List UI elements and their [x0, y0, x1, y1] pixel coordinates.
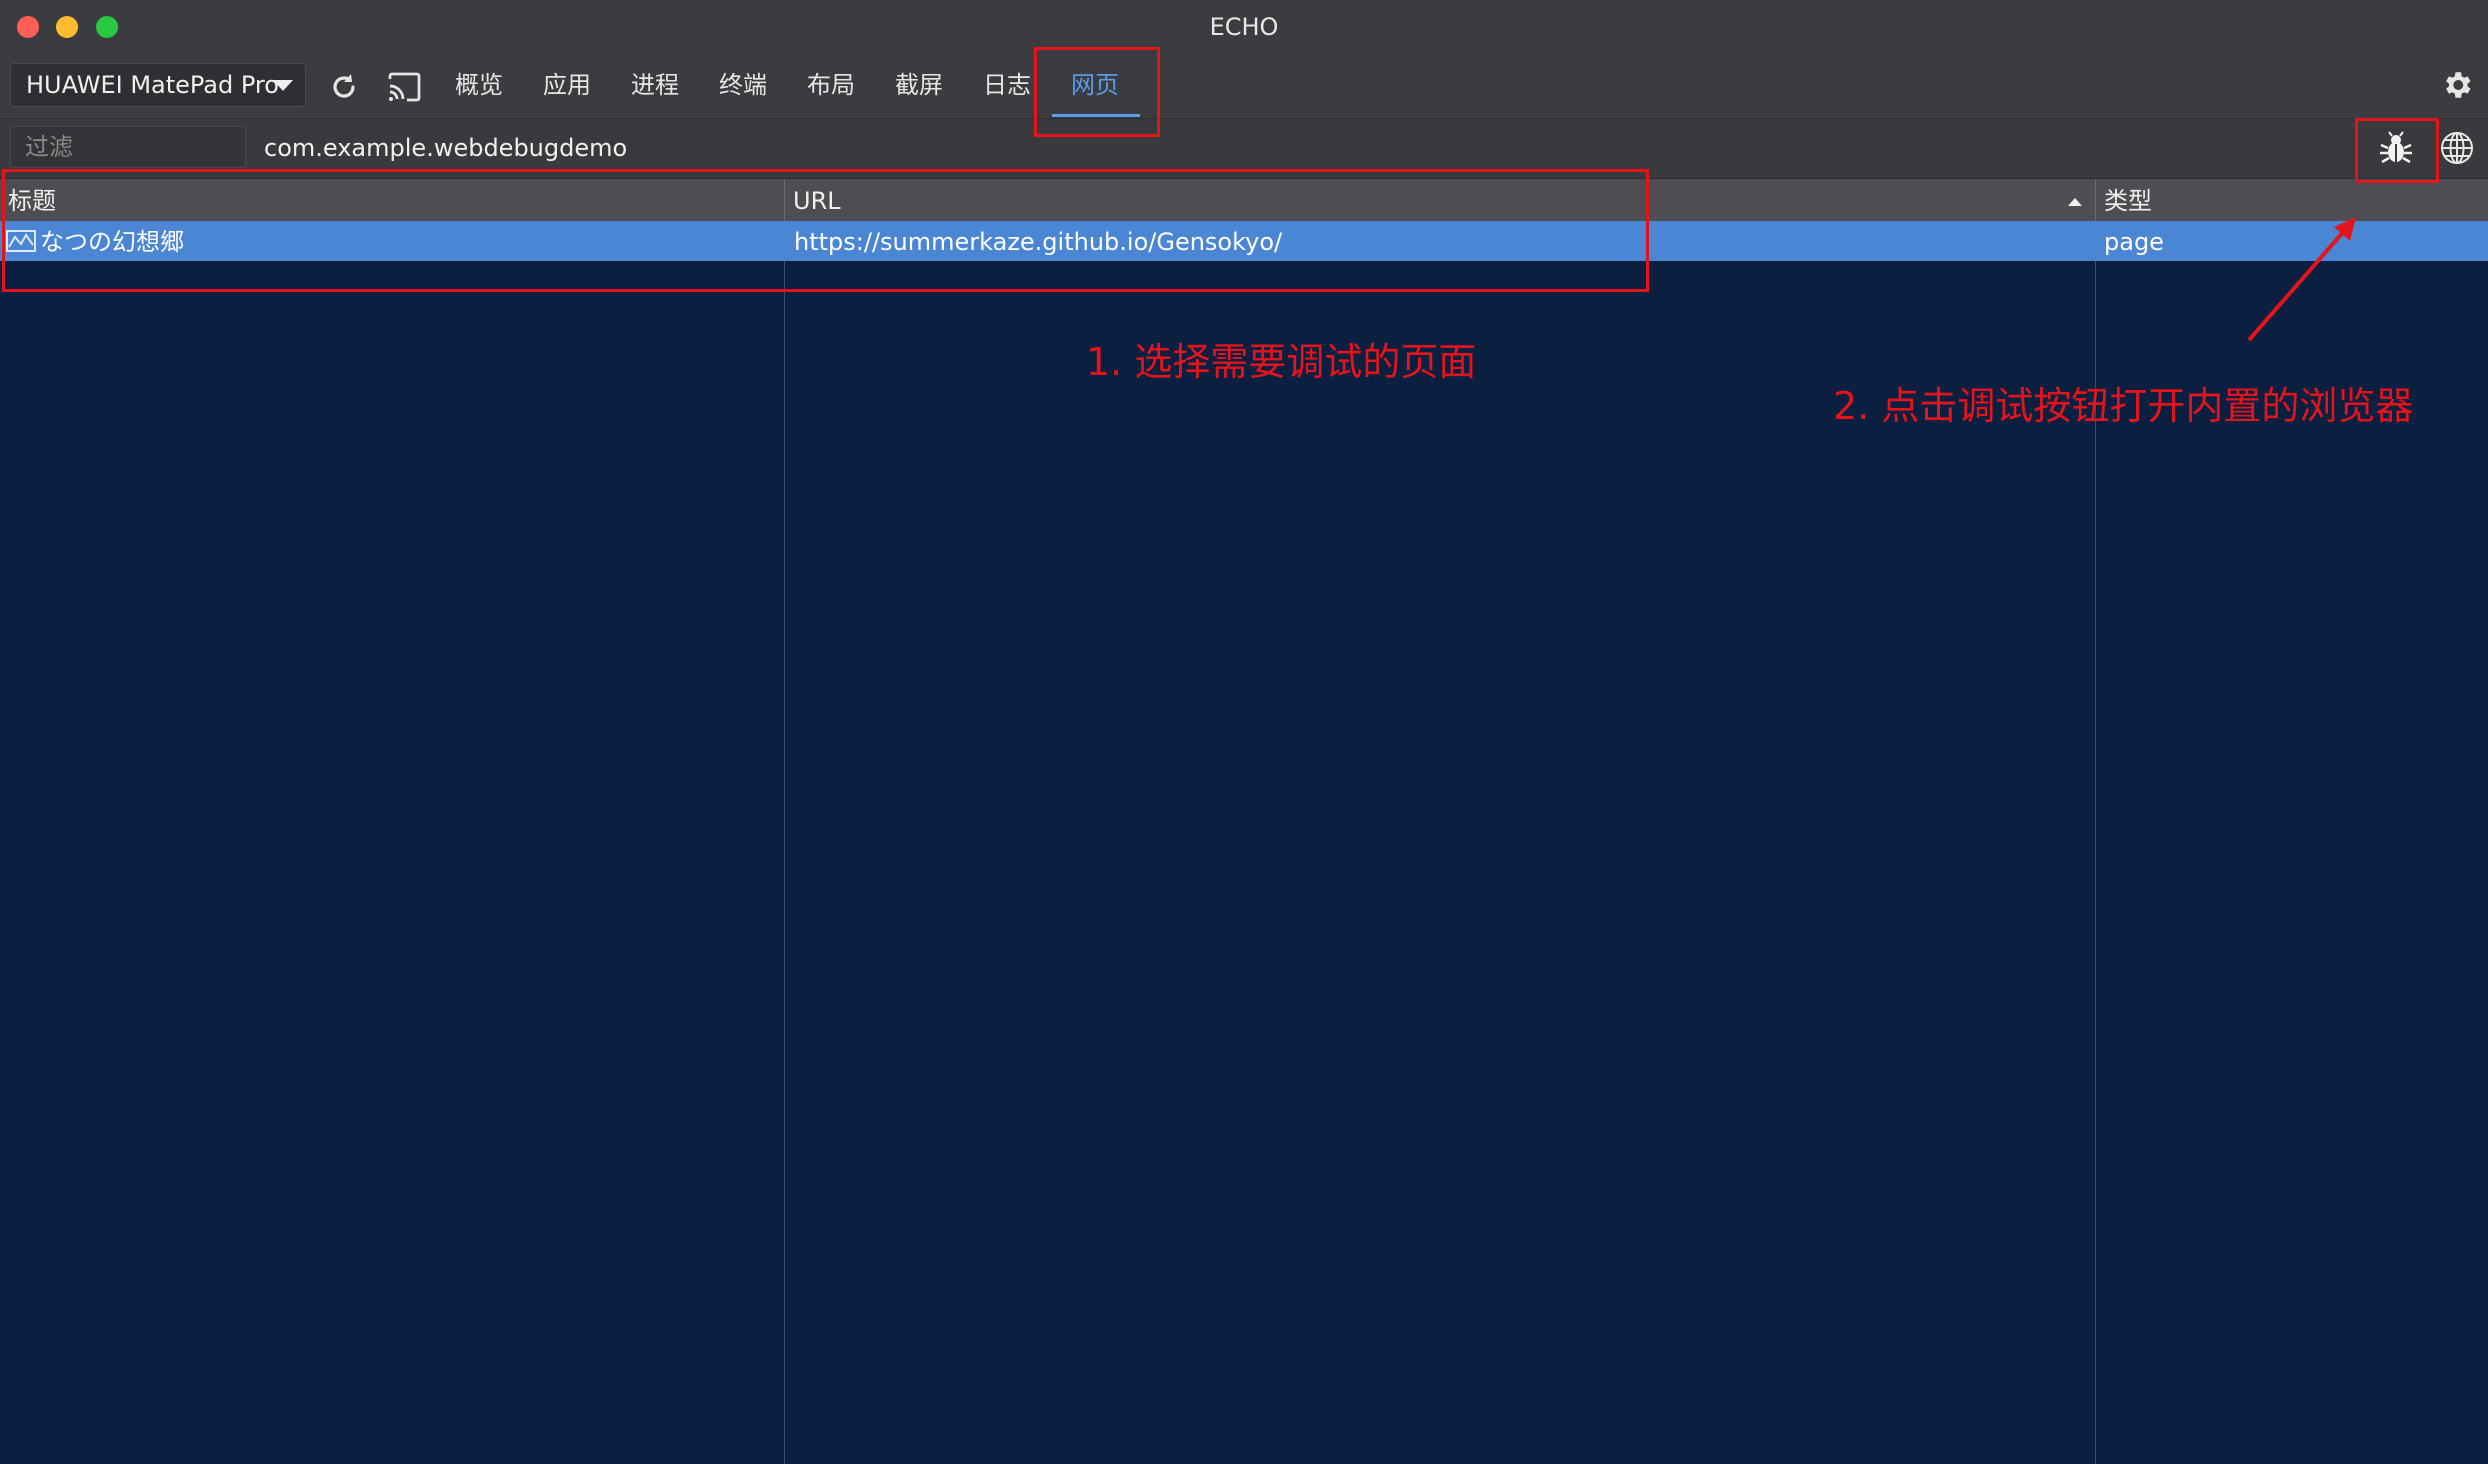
filter-input[interactable]: [10, 126, 246, 168]
annotation-step2: 2. 点击调试按钮打开内置的浏览器: [1833, 384, 2414, 428]
tab-apps[interactable]: 应用: [543, 52, 591, 118]
annotation-step1: 1. 选择需要调试的页面: [1086, 340, 1477, 384]
device-select-label: HUAWEI MatePad Pro: [26, 71, 279, 99]
cell-type: page: [2104, 228, 2164, 256]
cast-icon[interactable]: [386, 69, 422, 105]
device-select[interactable]: HUAWEI MatePad Pro: [10, 63, 306, 107]
chevron-down-icon: [273, 80, 293, 91]
app-window: ECHO HUAWEI MatePad Pro 概览 应用 进程 终端 布局 截…: [0, 0, 2488, 1464]
annotation-box-webpage-tab: [1034, 47, 1160, 137]
window-title: ECHO: [1209, 13, 1279, 41]
annotation-box-debug-button: [2355, 118, 2439, 183]
globe-icon[interactable]: [2438, 129, 2476, 167]
tab-layout[interactable]: 布局: [807, 52, 855, 118]
tab-logs[interactable]: 日志: [983, 52, 1031, 118]
tab-overview[interactable]: 概览: [455, 52, 503, 118]
gear-icon[interactable]: [2440, 68, 2474, 102]
title-bar: ECHO: [0, 0, 2488, 52]
column-header-type[interactable]: 类型: [2096, 179, 2488, 221]
sort-ascending-icon: [2068, 198, 2082, 206]
tab-processes[interactable]: 进程: [631, 52, 679, 118]
toolbar: HUAWEI MatePad Pro 概览 应用 进程 终端 布局 截屏 日志 …: [0, 52, 2488, 118]
tab-screenshot[interactable]: 截屏: [895, 52, 943, 118]
tab-terminal[interactable]: 终端: [719, 52, 767, 118]
annotation-box-table-row: [2, 169, 1649, 292]
column-divider: [784, 221, 785, 1464]
refresh-icon[interactable]: [326, 69, 362, 105]
